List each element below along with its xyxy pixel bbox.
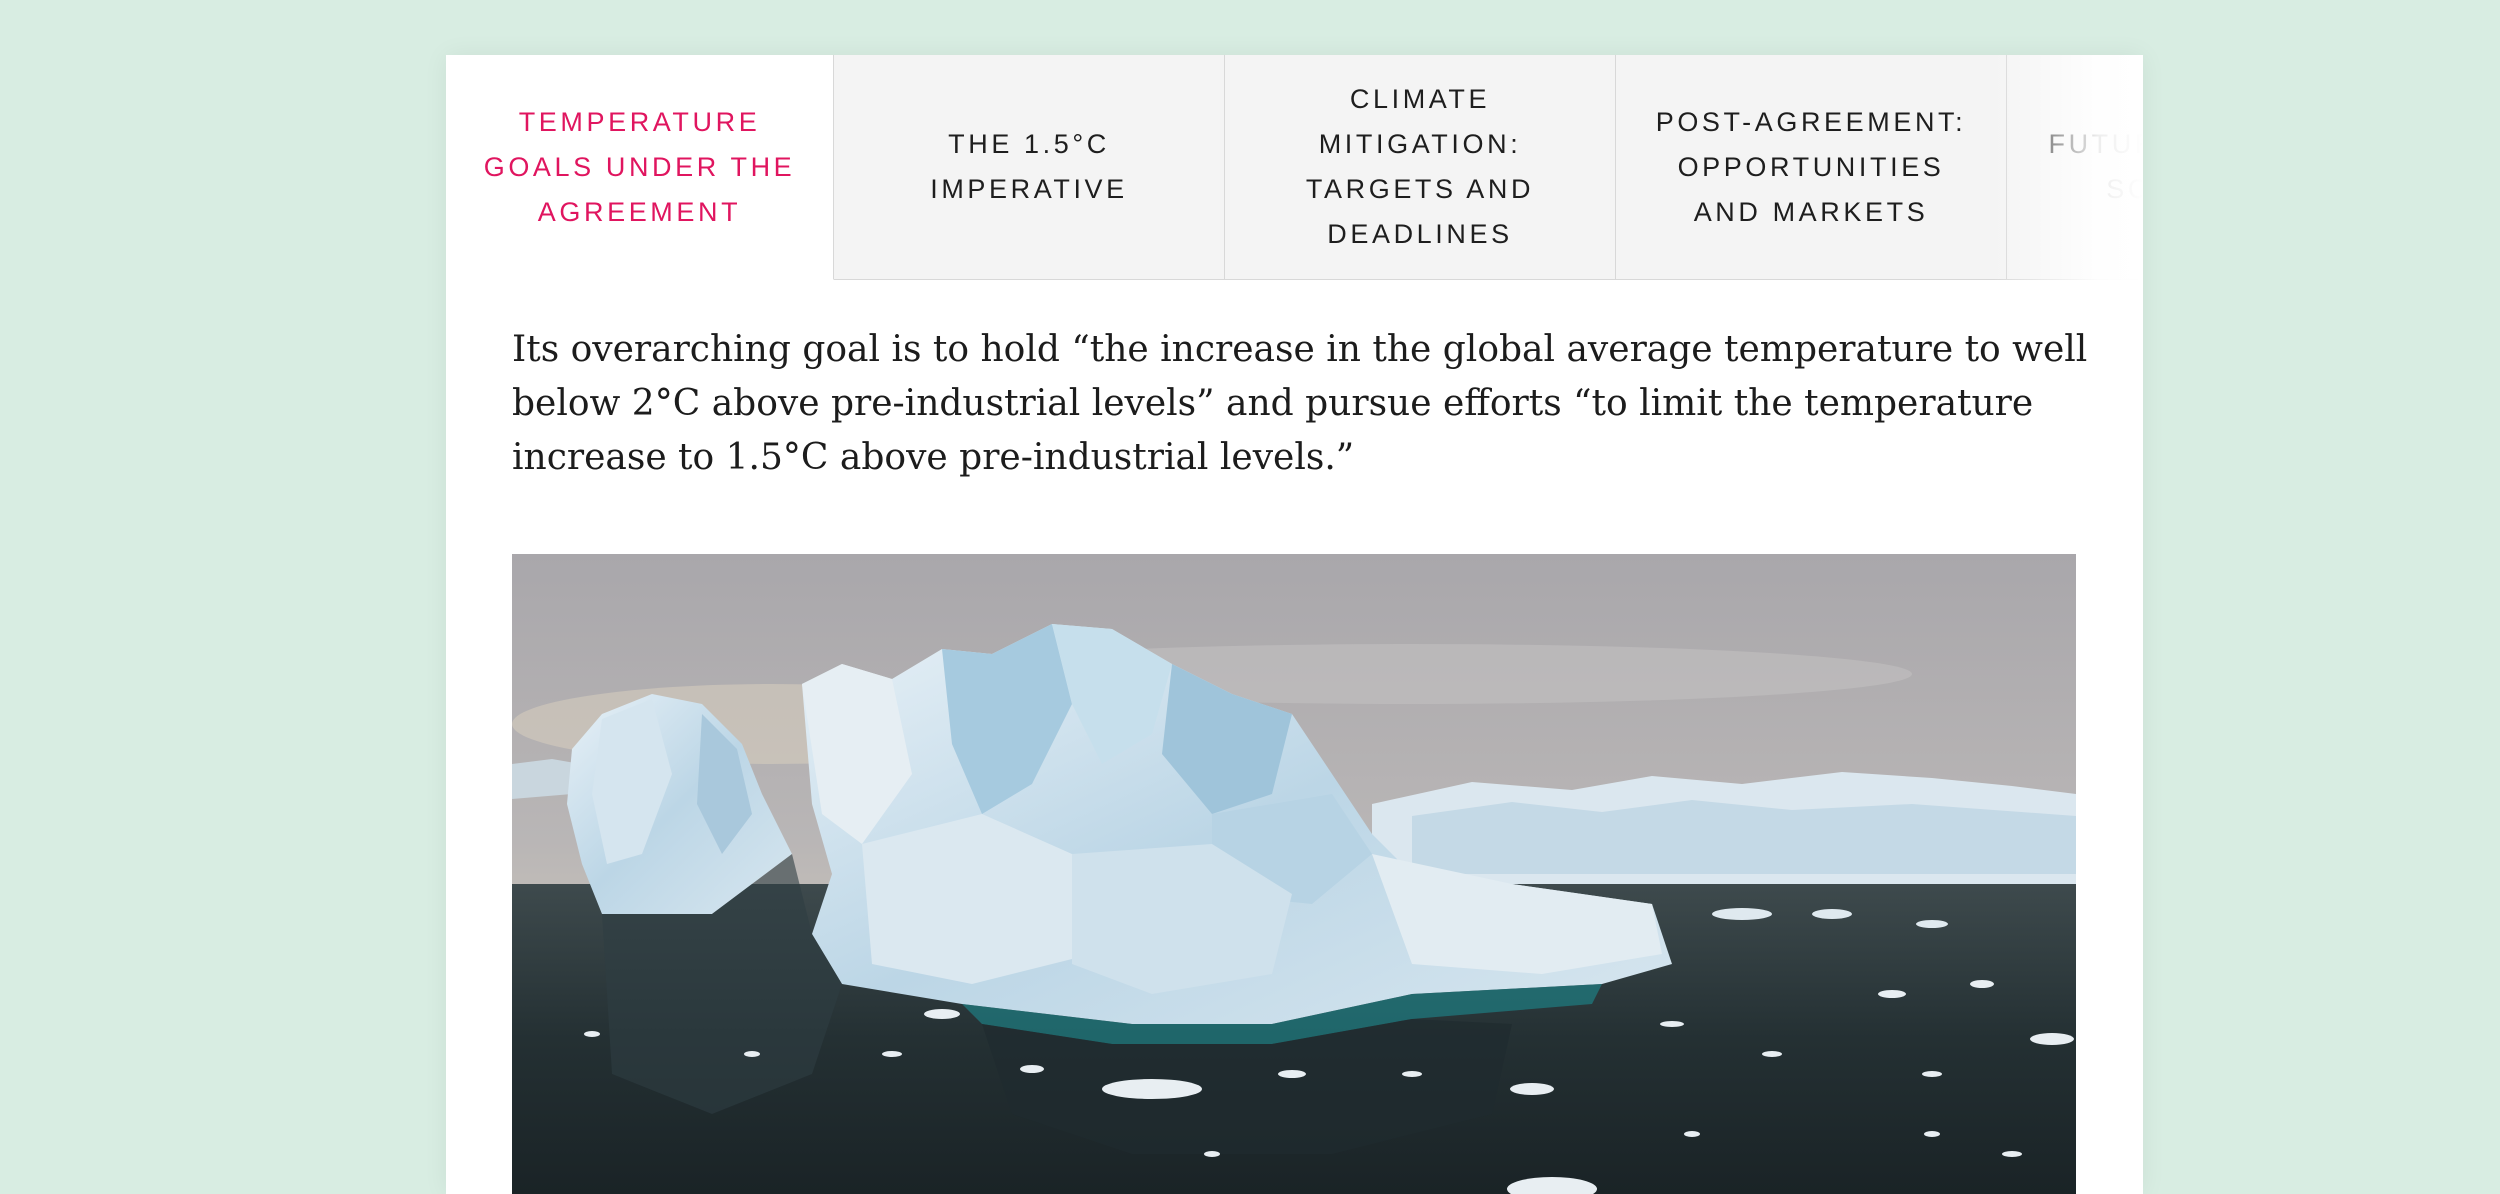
tab-label: Post-agreement: opportunities and market… — [1655, 106, 1967, 227]
iceberg-photo — [512, 554, 2076, 1194]
tab-temperature-goals[interactable]: Temperature goals under the agreement — [446, 55, 834, 280]
content-card: Temperature goals under the agreement Th… — [446, 55, 2143, 1194]
tab-future-net-zero[interactable]: Future net zero scenarios — [2007, 55, 2143, 280]
tab-label: Climate mitigation: targets and deadline… — [1305, 84, 1535, 249]
tab-label: Future net zero scenarios — [2048, 129, 2143, 204]
agreement-quote: Its overarching goal is to hold “the inc… — [512, 329, 2088, 478]
tab-label: The 1.5°C imperative — [930, 129, 1128, 204]
tab-post-agreement[interactable]: Post-agreement: opportunities and market… — [1616, 55, 2007, 280]
tab-climate-mitigation[interactable]: Climate mitigation: targets and deadline… — [1225, 55, 1616, 280]
tab-1-5c-imperative[interactable]: The 1.5°C imperative — [834, 55, 1225, 280]
section-tabs: Temperature goals under the agreement Th… — [446, 55, 2143, 280]
tab-label: Temperature goals under the agreement — [483, 106, 796, 227]
